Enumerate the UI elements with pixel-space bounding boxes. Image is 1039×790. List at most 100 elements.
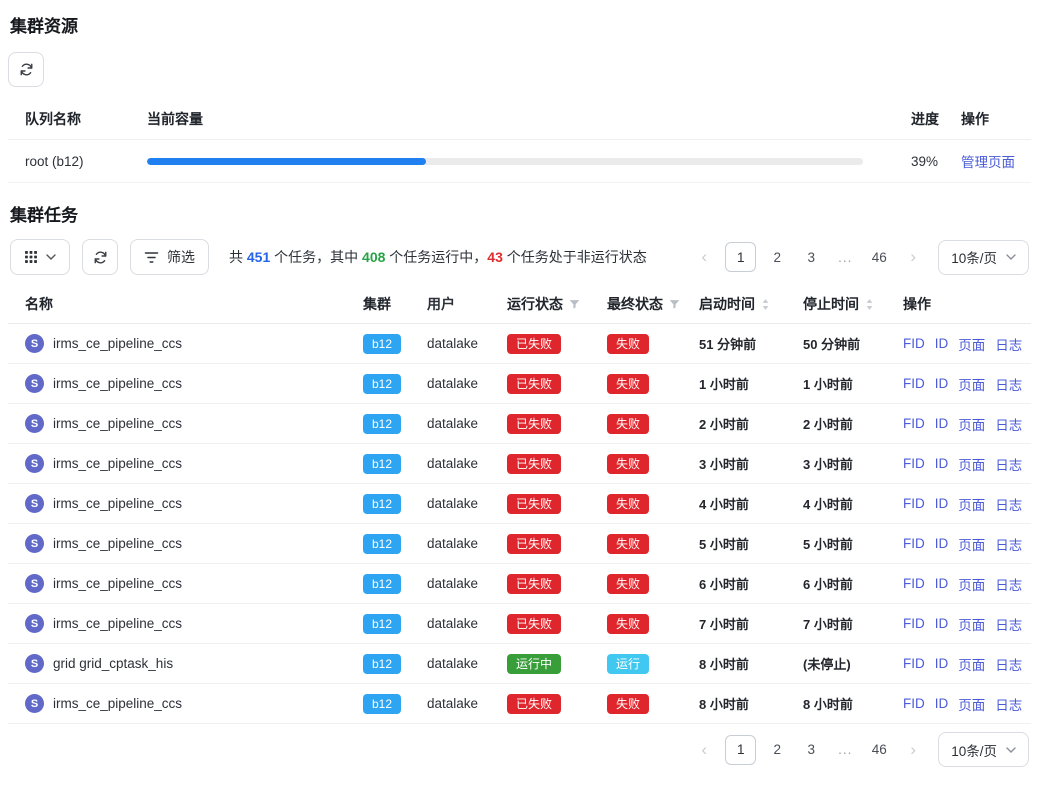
action-link-id[interactable]: ID — [935, 496, 949, 511]
page-size-value: 10条/页 — [951, 247, 997, 267]
chevron-down-icon — [1006, 747, 1016, 753]
action-link-id[interactable]: ID — [935, 616, 949, 631]
action-link-fid[interactable]: FID — [903, 496, 925, 511]
action-link-page[interactable]: 页面 — [958, 534, 985, 554]
table-row: S irms_ce_pipeline_ccs b12 datalake 已失败 … — [8, 604, 1031, 644]
tasks-refresh-button[interactable] — [82, 239, 118, 275]
action-link-id[interactable]: ID — [935, 536, 949, 551]
manage-page-link[interactable]: 管理页面 — [961, 155, 1015, 170]
filter-icon[interactable] — [669, 299, 680, 310]
action-link-id[interactable]: ID — [935, 416, 949, 431]
stop-time: 2 小时前 — [803, 414, 903, 433]
pager-prev-button[interactable]: ‹ — [691, 242, 717, 272]
action-link-id[interactable]: ID — [935, 456, 949, 471]
pager-next-button[interactable]: › — [900, 735, 926, 765]
task-avatar: S — [25, 334, 44, 353]
stop-time: 6 小时前 — [803, 574, 903, 593]
resources-header-capacity: 当前容量 — [147, 109, 911, 129]
pager-page-46[interactable]: 46 — [866, 735, 892, 765]
start-time: 6 小时前 — [699, 574, 803, 593]
pager-page-1[interactable]: 1 — [725, 735, 756, 765]
cluster-badge: b12 — [363, 534, 401, 554]
task-actions: FID ID 页面日志 — [903, 374, 1031, 394]
queue-name: root (b12) — [25, 154, 147, 169]
page-size-select[interactable]: 10条/页 — [938, 732, 1029, 767]
action-link-page[interactable]: 页面 — [958, 414, 985, 434]
action-link-page[interactable]: 页面 — [958, 454, 985, 474]
pager-page-3[interactable]: 3 — [798, 735, 824, 765]
action-link-fid[interactable]: FID — [903, 536, 925, 551]
task-name: irms_ce_pipeline_ccs — [53, 376, 182, 391]
task-actions: FID ID 页面日志 — [903, 414, 1031, 434]
start-time: 7 小时前 — [699, 614, 803, 633]
page-size-value: 10条/页 — [951, 740, 997, 760]
action-link-fid[interactable]: FID — [903, 656, 925, 671]
action-link-page[interactable]: 页面 — [958, 334, 985, 354]
pager-next-button[interactable]: › — [900, 242, 926, 272]
action-link-fid[interactable]: FID — [903, 376, 925, 391]
pager-page-46[interactable]: 46 — [866, 242, 892, 272]
cluster-badge: b12 — [363, 654, 401, 674]
run-status-badge: 已失败 — [507, 494, 561, 514]
grid-icon — [24, 250, 38, 264]
filter-icon[interactable] — [569, 299, 580, 310]
filter-button-label: 筛选 — [167, 247, 195, 267]
final-status-badge: 失败 — [607, 374, 649, 394]
sort-icon[interactable] — [865, 298, 874, 311]
start-time: 8 小时前 — [699, 654, 803, 673]
action-link-fid[interactable]: FID — [903, 696, 925, 711]
refresh-icon — [19, 62, 34, 77]
run-status-badge: 已失败 — [507, 374, 561, 394]
filter-button[interactable]: 筛选 — [130, 239, 209, 275]
task-avatar: S — [25, 654, 44, 673]
action-link-fid[interactable]: FID — [903, 456, 925, 471]
pager-prev-button[interactable]: ‹ — [691, 735, 717, 765]
cluster-badge: b12 — [363, 334, 401, 354]
action-link-id[interactable]: ID — [935, 576, 949, 591]
cluster-badge: b12 — [363, 574, 401, 594]
action-link-log[interactable]: 日志 — [995, 374, 1022, 394]
task-avatar: S — [25, 534, 44, 553]
action-link-log[interactable]: 日志 — [995, 414, 1022, 434]
action-link-log[interactable]: 日志 — [995, 574, 1022, 594]
cluster-badge: b12 — [363, 454, 401, 474]
action-link-log[interactable]: 日志 — [995, 494, 1022, 514]
pager-page-2[interactable]: 2 — [764, 242, 790, 272]
summary-text: 共 — [229, 249, 247, 265]
resources-refresh-button[interactable] — [8, 52, 44, 87]
pager-page-2[interactable]: 2 — [764, 735, 790, 765]
action-link-log[interactable]: 日志 — [995, 334, 1022, 354]
action-link-page[interactable]: 页面 — [958, 494, 985, 514]
page-size-select[interactable]: 10条/页 — [938, 240, 1029, 275]
action-link-page[interactable]: 页面 — [958, 654, 985, 674]
action-link-id[interactable]: ID — [935, 696, 949, 711]
action-link-log[interactable]: 日志 — [995, 454, 1022, 474]
pager-ellipsis: ... — [832, 735, 858, 765]
table-row: S irms_ce_pipeline_ccs b12 datalake 已失败 … — [8, 444, 1031, 484]
pager-page-1[interactable]: 1 — [725, 242, 756, 272]
action-link-fid[interactable]: FID — [903, 416, 925, 431]
tasks-table-header: 名称 集群 用户 运行状态 最终状态 启动时间 — [8, 285, 1031, 324]
action-link-page[interactable]: 页面 — [958, 574, 985, 594]
action-link-page[interactable]: 页面 — [958, 694, 985, 714]
action-link-log[interactable]: 日志 — [995, 614, 1022, 634]
sort-icon[interactable] — [761, 298, 770, 311]
action-link-log[interactable]: 日志 — [995, 654, 1022, 674]
tasks-toolbar: 筛选 共 451 个任务，其中 408 个任务运行中，43 个任务处于非运行状态… — [8, 239, 1031, 275]
run-status-badge: 已失败 — [507, 414, 561, 434]
action-link-fid[interactable]: FID — [903, 616, 925, 631]
action-link-page[interactable]: 页面 — [958, 374, 985, 394]
action-link-id[interactable]: ID — [935, 336, 949, 351]
action-link-fid[interactable]: FID — [903, 576, 925, 591]
action-link-id[interactable]: ID — [935, 376, 949, 391]
layout-grid-button[interactable] — [10, 239, 70, 275]
action-link-id[interactable]: ID — [935, 656, 949, 671]
action-link-log[interactable]: 日志 — [995, 534, 1022, 554]
action-link-log[interactable]: 日志 — [995, 694, 1022, 714]
action-link-page[interactable]: 页面 — [958, 614, 985, 634]
summary-count-red: 43 — [487, 249, 503, 265]
task-name: irms_ce_pipeline_ccs — [53, 616, 182, 631]
action-link-fid[interactable]: FID — [903, 336, 925, 351]
pager-page-3[interactable]: 3 — [798, 242, 824, 272]
resources-table-header: 队列名称 当前容量 进度 操作 — [8, 99, 1031, 140]
